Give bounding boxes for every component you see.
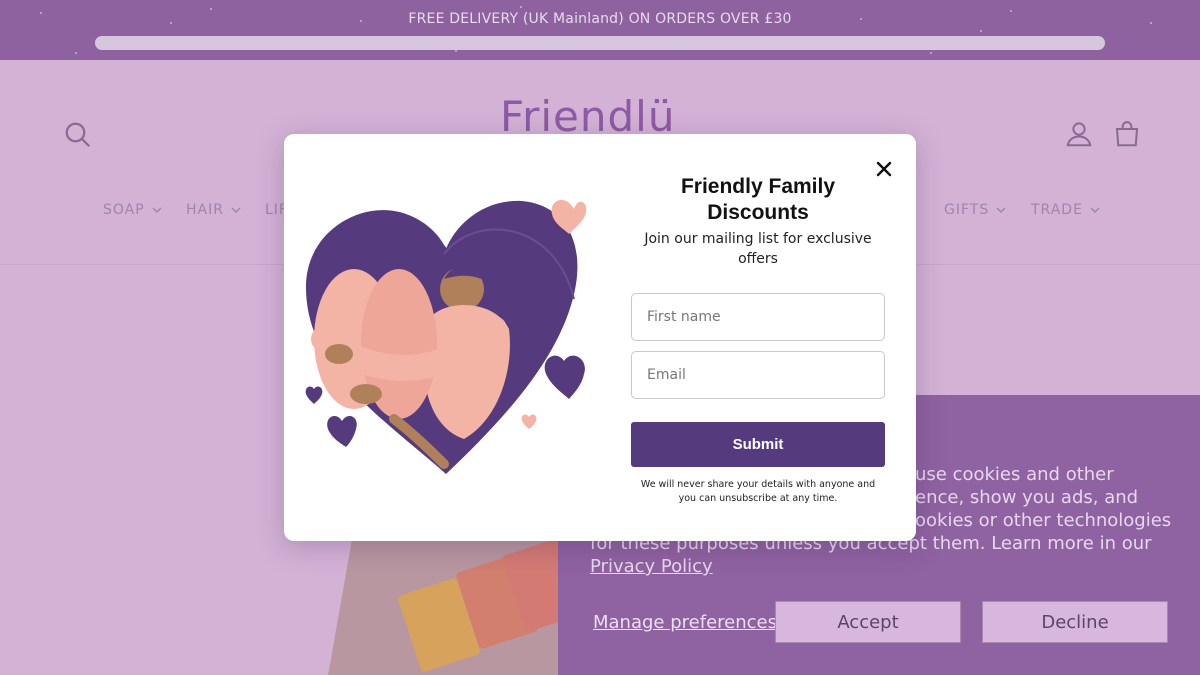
modal-subtitle: Join our mailing list for exclusive offe… (644, 231, 872, 267)
announcement-bar: FREE DELIVERY (UK Mainland) ON ORDERS OV… (0, 0, 1200, 60)
privacy-note: We will never share your details with an… (640, 479, 876, 504)
chevron-down-icon (1090, 207, 1100, 213)
close-icon[interactable] (874, 159, 894, 179)
chevron-down-icon (152, 207, 162, 213)
accept-button[interactable]: Accept (775, 601, 961, 643)
account-icon[interactable] (1064, 119, 1094, 149)
nav-item-hair[interactable]: HAIR (186, 202, 241, 218)
nav-item-label: TRADE (1031, 202, 1083, 218)
nav-item-label: SOAP (103, 202, 145, 218)
nav-item-gifts[interactable]: GIFTS (944, 202, 1006, 218)
announcement-scrollbar[interactable] (95, 36, 1105, 50)
first-name-field[interactable] (631, 293, 885, 341)
announcement-text: FREE DELIVERY (UK Mainland) ON ORDERS OV… (408, 11, 792, 27)
heart-illustration (305, 199, 587, 474)
modal-title: Friendly Family Discounts (680, 175, 836, 224)
nav-item-label: HAIR (186, 202, 224, 218)
submit-button[interactable]: Submit (631, 422, 885, 467)
cart-icon[interactable] (1112, 119, 1142, 149)
email-field[interactable] (631, 351, 885, 399)
chevron-down-icon (231, 207, 241, 213)
chevron-down-icon (996, 207, 1006, 213)
nav-item-trade[interactable]: TRADE (1031, 202, 1100, 218)
nav-item-label: GIFTS (944, 202, 990, 218)
search-icon[interactable] (63, 120, 93, 150)
nav-item-soap[interactable]: SOAP (103, 202, 162, 218)
manage-preferences-link[interactable]: Manage preferences (593, 612, 777, 633)
newsletter-modal: Friendly Family Discounts Join our maili… (284, 134, 916, 541)
decline-button[interactable]: Decline (982, 601, 1168, 643)
privacy-policy-link[interactable]: Privacy Policy (590, 556, 713, 577)
